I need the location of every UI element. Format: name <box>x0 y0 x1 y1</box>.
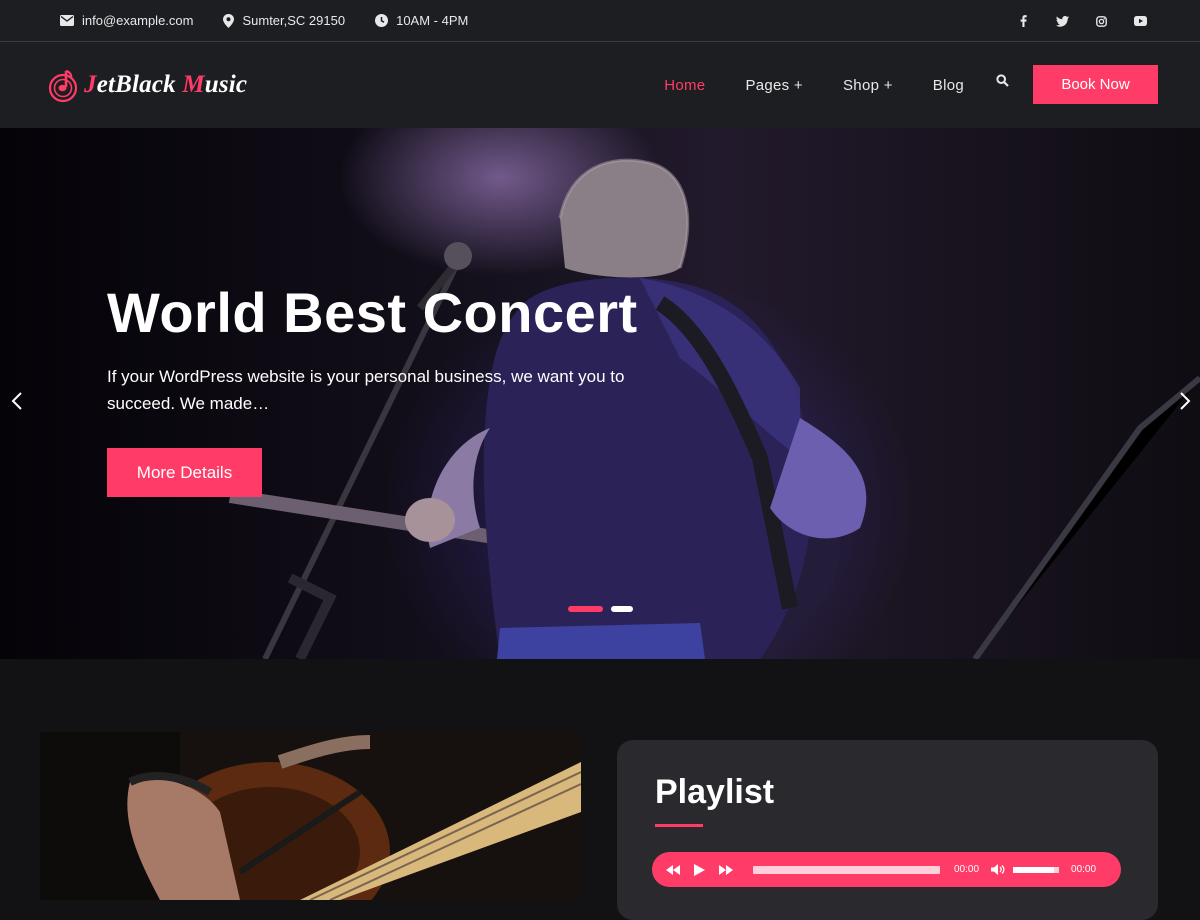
site-logo[interactable]: JetBlack Music <box>48 67 247 103</box>
logo-word-etblack: etBlack <box>96 71 183 98</box>
logo-text: JetBlack Music <box>84 71 247 99</box>
guitar-photo <box>40 732 581 900</box>
fast-forward-icon[interactable] <box>719 864 733 875</box>
next-slide-icon[interactable] <box>1174 391 1194 411</box>
logo-letter-j: J <box>84 71 97 98</box>
envelope-icon <box>60 15 74 26</box>
nav-pages[interactable]: Pages + <box>745 77 803 94</box>
total-time: 00:00 <box>1071 864 1097 875</box>
progress-track[interactable] <box>753 865 940 874</box>
hours-text: 10AM - 4PM <box>396 13 469 28</box>
nav-home[interactable]: Home <box>664 77 705 94</box>
facebook-icon[interactable] <box>1015 13 1031 29</box>
more-details-button[interactable]: More Details <box>107 448 262 497</box>
hero-title: World Best Concert <box>107 281 638 344</box>
contact-address: Sumter,SC 29150 <box>223 13 345 28</box>
youtube-icon[interactable] <box>1132 13 1148 29</box>
slide-dot-2[interactable] <box>611 606 633 612</box>
rewind-icon[interactable] <box>666 864 680 875</box>
opening-hours: 10AM - 4PM <box>375 13 468 28</box>
current-time: 00:00 <box>954 864 980 875</box>
volume-icon[interactable] <box>991 864 1005 875</box>
music-note-logo-icon <box>48 69 78 103</box>
logo-letter-m: M <box>182 71 205 98</box>
email-text: info@example.com <box>82 13 194 28</box>
top-bar: info@example.com Sumter,SC 29150 10AM - … <box>0 0 1200 42</box>
nav-blog[interactable]: Blog <box>933 77 964 94</box>
hero-description: If your WordPress website is your person… <box>107 367 625 413</box>
site-header: JetBlack Music Home Pages + Shop + Blog … <box>0 42 1200 128</box>
guitar-closeup-image <box>40 732 581 900</box>
hero-slider: World Best Concert If your WordPress web… <box>0 128 1200 659</box>
nav-shop[interactable]: Shop + <box>843 77 893 94</box>
slide-dot-1[interactable] <box>568 606 603 612</box>
address-text: Sumter,SC 29150 <box>242 13 346 28</box>
twitter-icon[interactable] <box>1054 13 1070 29</box>
book-now-button[interactable]: Book Now <box>1033 65 1158 104</box>
playlist-title: Playlist <box>655 773 775 811</box>
slider-dots <box>568 606 641 612</box>
prev-slide-icon[interactable] <box>8 391 28 411</box>
search-icon[interactable] <box>996 74 1009 87</box>
playlist-card: Playlist 00:00 00:00 <box>617 740 1158 920</box>
map-pin-icon <box>223 13 235 28</box>
main-nav: Home Pages + Shop + Blog <box>624 42 964 128</box>
play-icon[interactable] <box>694 863 705 876</box>
audio-player: 00:00 00:00 <box>652 852 1121 887</box>
volume-slider[interactable] <box>1013 866 1060 873</box>
clock-icon <box>375 14 389 27</box>
instagram-icon[interactable] <box>1093 13 1109 29</box>
title-underline <box>655 824 703 827</box>
volume-level <box>1013 866 1055 873</box>
social-links <box>992 0 1148 42</box>
logo-word-usic: usic <box>204 71 248 98</box>
contact-email[interactable]: info@example.com <box>60 13 193 28</box>
